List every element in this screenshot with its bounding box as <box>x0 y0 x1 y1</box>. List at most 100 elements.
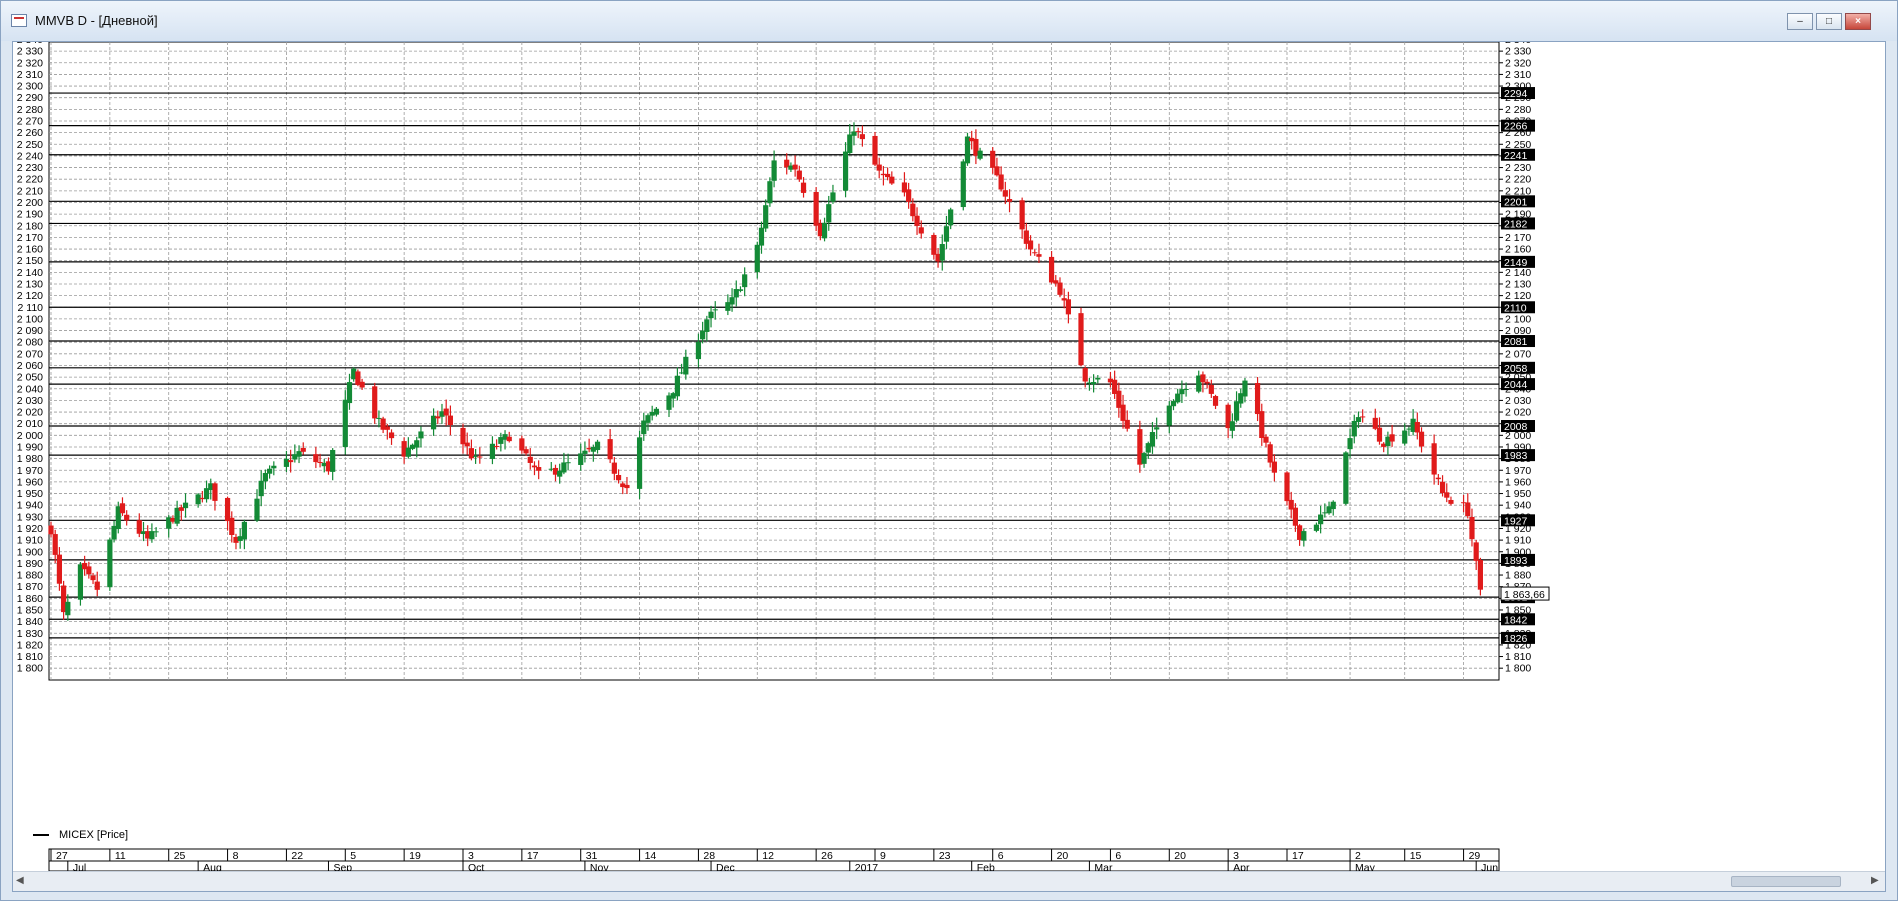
candle-body <box>712 309 718 311</box>
candle-body <box>1284 472 1290 502</box>
x-month-tick-label: Jun <box>1481 862 1498 871</box>
candle-body <box>1435 477 1441 480</box>
scroll-left-arrow-icon[interactable]: ◀ <box>16 875 24 886</box>
minimize-button[interactable]: – <box>1787 13 1813 30</box>
y-tick-label-left: 2 180 <box>17 220 43 232</box>
y-tick-label-left: 1 830 <box>17 628 43 640</box>
candlestick-chart[interactable]: 1 8001 8001 8101 8101 8201 8201 8301 830… <box>13 42 1885 871</box>
close-button[interactable]: × <box>1845 13 1871 30</box>
x-month-tick-label: Mar <box>1094 862 1113 871</box>
level-label: 1927 <box>1504 515 1528 527</box>
candle-body <box>615 475 622 481</box>
candle-body <box>300 447 306 452</box>
level-label: 1842 <box>1504 614 1528 626</box>
candle-body <box>948 209 954 226</box>
y-tick-label-right: 2 230 <box>1505 162 1531 174</box>
candle-body <box>561 462 567 473</box>
candle-body <box>1372 417 1378 429</box>
candle-body <box>943 226 950 242</box>
chart-window-icon <box>11 14 27 27</box>
candle-body <box>742 274 748 288</box>
title-bar[interactable]: MMVB D - [Дневной] – □ × <box>1 1 1897 41</box>
y-tick-label-left: 2 210 <box>17 185 43 197</box>
y-tick-label-right: 1 880 <box>1505 570 1531 582</box>
candle-body <box>1091 382 1097 385</box>
candle-body <box>1208 384 1214 394</box>
candle-body <box>359 381 365 388</box>
x-day-tick-label: 14 <box>645 850 657 862</box>
legend-line-swatch <box>33 834 49 837</box>
x-day-tick-label: 2 <box>1355 850 1361 862</box>
candle-body <box>763 205 769 229</box>
scrollbar-thumb[interactable] <box>1731 876 1841 887</box>
level-label: 2081 <box>1504 336 1528 348</box>
maximize-button[interactable]: □ <box>1816 13 1842 30</box>
candle-body <box>821 222 828 239</box>
candle-body <box>1032 252 1038 254</box>
level-label: 1893 <box>1504 555 1528 567</box>
level-label: 2294 <box>1504 88 1528 100</box>
candle-body <box>847 134 853 154</box>
candle-body <box>1006 199 1013 202</box>
y-tick-label-left: 2 320 <box>17 57 43 69</box>
candle-body <box>826 204 832 223</box>
candle-body <box>388 432 395 439</box>
candle-body <box>182 502 189 509</box>
candle-body <box>683 356 689 375</box>
candle-body <box>124 514 130 521</box>
x-day-tick-label: 8 <box>233 850 239 862</box>
y-tick-label-left: 2 310 <box>17 69 43 81</box>
candle-body <box>48 525 54 535</box>
candle-body <box>1200 374 1206 383</box>
x-day-tick-label: 19 <box>409 850 421 862</box>
legend: MICEX [Price] <box>33 829 128 841</box>
candle-body <box>1263 436 1269 443</box>
x-day-tick-label: 25 <box>174 850 186 862</box>
candle-body <box>1402 430 1408 444</box>
candle-body <box>1271 461 1277 473</box>
level-label: 2201 <box>1504 196 1528 208</box>
y-tick-label-left: 2 000 <box>17 430 43 442</box>
y-tick-label-left: 2 330 <box>17 46 43 58</box>
candle-body <box>1242 380 1248 397</box>
y-tick-label-left: 2 030 <box>17 395 43 407</box>
window-title: MMVB D - [Дневной] <box>35 13 158 28</box>
y-tick-label-left: 2 020 <box>17 407 43 419</box>
y-tick-label-left: 1 850 <box>17 604 43 616</box>
x-day-tick-label: 11 <box>115 850 126 862</box>
x-month-tick-label: Nov <box>590 862 609 871</box>
candle-body <box>754 244 760 273</box>
candle-body <box>800 182 807 193</box>
x-day-tick-label: 20 <box>1174 850 1186 862</box>
scroll-right-arrow-icon[interactable]: ▶ <box>1871 875 1879 886</box>
y-tick-label-right: 2 310 <box>1505 69 1531 81</box>
candle-body <box>1065 299 1071 315</box>
y-tick-label-left: 2 340 <box>17 42 43 46</box>
x-month-tick-label: Dec <box>716 862 735 871</box>
candle-body <box>372 386 378 419</box>
chart-panel: 1 8001 8001 8101 8101 8201 8201 8301 830… <box>12 41 1886 892</box>
candle-body <box>229 517 235 536</box>
candle-body <box>624 484 630 489</box>
candle-body <box>267 468 273 474</box>
candle-body <box>241 521 247 540</box>
candle-body <box>384 426 390 430</box>
candle-body <box>1414 421 1420 433</box>
x-month-tick-label: Aug <box>203 862 222 871</box>
y-tick-label-right: 2 130 <box>1505 278 1531 290</box>
candle-body <box>1267 444 1273 463</box>
x-day-tick-label: 29 <box>1469 850 1481 862</box>
candle-body <box>1355 417 1362 422</box>
level-label: 2058 <box>1504 363 1528 375</box>
candle-body <box>1351 421 1357 437</box>
y-tick-label-right: 2 170 <box>1505 232 1531 244</box>
x-month-tick-label: 2017 <box>855 862 879 871</box>
x-day-tick-label: 17 <box>527 850 539 862</box>
candle-body <box>224 497 231 522</box>
x-day-tick-label: 17 <box>1292 850 1304 862</box>
candle-body <box>1183 388 1189 390</box>
horizontal-scrollbar[interactable]: ◀ ▶ <box>13 871 1885 891</box>
y-tick-label-left: 1 820 <box>17 639 43 651</box>
candle-body <box>77 564 84 600</box>
candle-body <box>1448 499 1454 504</box>
